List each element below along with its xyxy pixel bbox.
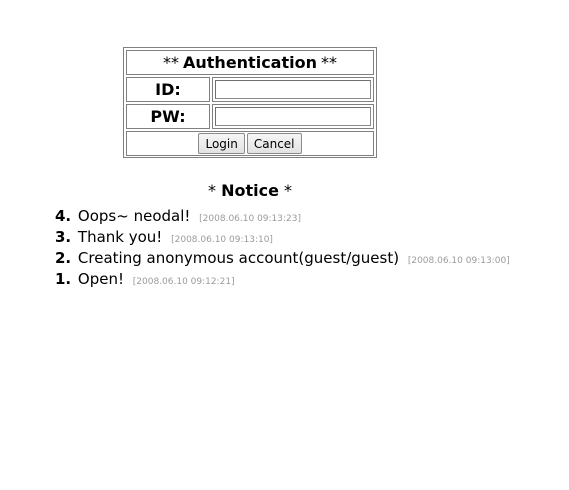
notice-date: [2008.06.10 09:12:21] bbox=[132, 277, 235, 287]
notice-text: Open! bbox=[77, 270, 124, 288]
notice-item: 3. Thank you! [2008.06.10 09:13:10] bbox=[55, 227, 510, 248]
auth-title-suffix: ** bbox=[320, 53, 337, 72]
notice-number: 1. bbox=[55, 270, 72, 288]
pw-input[interactable] bbox=[215, 107, 371, 126]
notice-list: 4. Oops~ neodal! [2008.06.10 09:13:23] 3… bbox=[55, 206, 510, 290]
id-label: ID: bbox=[126, 77, 210, 102]
notice-title: * Notice * bbox=[0, 181, 500, 200]
notice-number: 4. bbox=[55, 207, 72, 225]
auth-table: ** Authentication ** ID: PW: Login Cance… bbox=[123, 47, 377, 158]
notice-item: 4. Oops~ neodal! [2008.06.10 09:13:23] bbox=[55, 206, 510, 227]
notice-date: [2008.06.10 09:13:23] bbox=[199, 214, 302, 224]
notice-title-text: Notice bbox=[221, 181, 279, 200]
notice-item: 2. Creating anonymous account(guest/gues… bbox=[55, 248, 510, 269]
auth-title: ** Authentication ** bbox=[126, 50, 374, 75]
id-input[interactable] bbox=[215, 80, 371, 99]
notice-number: 3. bbox=[55, 228, 72, 246]
auth-title-text: Authentication bbox=[183, 53, 317, 72]
login-button[interactable]: Login bbox=[198, 133, 245, 154]
notice-text: Thank you! bbox=[77, 228, 163, 246]
notice-item: 1. Open! [2008.06.10 09:12:21] bbox=[55, 269, 510, 290]
notice-date: [2008.06.10 09:13:00] bbox=[407, 256, 510, 266]
notice-title-prefix: * bbox=[207, 181, 216, 200]
notice-date: [2008.06.10 09:13:10] bbox=[171, 235, 273, 245]
id-input-cell bbox=[212, 77, 374, 102]
pw-label: PW: bbox=[126, 104, 210, 129]
auth-title-prefix: ** bbox=[163, 53, 179, 72]
auth-buttons: Login Cancel bbox=[126, 131, 374, 156]
notice-title-suffix: * bbox=[284, 181, 293, 200]
notice-text: Oops~ neodal! bbox=[77, 207, 191, 225]
notice-number: 2. bbox=[55, 249, 72, 267]
pw-input-cell bbox=[212, 104, 374, 129]
notice-text: Creating anonymous account(guest/guest) bbox=[77, 249, 400, 267]
cancel-button[interactable]: Cancel bbox=[246, 133, 302, 154]
